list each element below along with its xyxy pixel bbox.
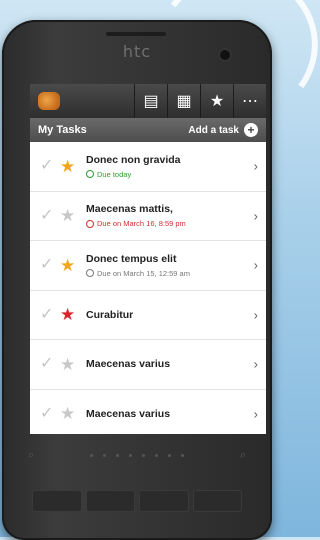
chevron-right-icon[interactable]: › bbox=[254, 307, 258, 322]
task-row[interactable]: ✓ ★ Maecenas varius › bbox=[30, 390, 266, 435]
task-row[interactable]: ✓ ★ Maecenas varius › bbox=[30, 340, 266, 390]
task-title: Maecenas mattis, bbox=[86, 203, 173, 216]
task-text: Donec non gravida Due today bbox=[86, 154, 181, 179]
clock-icon bbox=[86, 170, 94, 179]
chevron-right-icon[interactable]: › bbox=[254, 406, 258, 421]
task-title: Maecenas varius bbox=[86, 407, 171, 420]
task-text: Maecenas varius bbox=[86, 408, 170, 420]
clipboard-icon[interactable]: ▤ bbox=[134, 84, 167, 118]
note-icon[interactable]: ▦ bbox=[167, 84, 200, 118]
task-text: Curabitur bbox=[86, 309, 133, 321]
action-bar-actions: ▤ ▦ ★ ⋯ bbox=[134, 84, 266, 118]
brand-logo: htc bbox=[122, 42, 152, 61]
overflow-menu-icon[interactable]: ⋯ bbox=[233, 84, 266, 118]
star-icon[interactable]: ★ bbox=[60, 405, 78, 422]
app-logo-icon[interactable] bbox=[38, 92, 60, 110]
action-bar: ▤ ▦ ★ ⋯ bbox=[30, 84, 266, 118]
star-icon[interactable]: ★ bbox=[60, 306, 78, 323]
chevron-right-icon[interactable]: › bbox=[254, 159, 258, 174]
task-list: ✓ ★ Donec non gravida Due today › ✓ ★ Maecenas … bbox=[30, 142, 266, 434]
task-row[interactable]: ✓ ★ Maecenas mattis, Due on March 16, 8:59 … bbox=[30, 192, 266, 241]
add-icon: + bbox=[244, 123, 258, 137]
task-text: Donec tempus elit Due on March 15, 12:59 … bbox=[86, 253, 190, 278]
task-due-date: Due today bbox=[86, 170, 181, 179]
search-softkey[interactable] bbox=[192, 490, 242, 512]
task-row[interactable]: ✓ ★ Donec tempus elit Due on March 15, 12:5… bbox=[30, 241, 266, 291]
checkmark-icon[interactable]: ✓ bbox=[40, 158, 56, 174]
front-camera bbox=[220, 50, 230, 60]
add-task-button[interactable]: Add a task + bbox=[188, 123, 258, 137]
checkmark-icon[interactable]: ✓ bbox=[40, 207, 56, 224]
star-icon[interactable]: ★ bbox=[60, 207, 78, 224]
due-text: Due on March 15, 12:59 am bbox=[97, 268, 190, 278]
checkmark-icon[interactable]: ✓ bbox=[40, 257, 56, 273]
search-icon-right: ⌕ bbox=[239, 448, 246, 461]
task-row[interactable]: ✓ ★ Curabitur › bbox=[30, 291, 266, 340]
task-row[interactable]: ✓ ★ Donec non gravida Due today › bbox=[30, 142, 266, 192]
star-icon[interactable]: ★ bbox=[60, 356, 78, 373]
star-icon[interactable]: ★ bbox=[60, 158, 78, 175]
hardware-softkeys bbox=[32, 490, 242, 512]
add-task-label: Add a task bbox=[188, 124, 239, 136]
bezel-dots bbox=[90, 453, 184, 457]
task-title: Curabitur bbox=[86, 308, 134, 321]
due-text: Due today bbox=[97, 169, 132, 179]
chevron-right-icon[interactable]: › bbox=[254, 357, 258, 372]
checkmark-icon[interactable]: ✓ bbox=[40, 306, 56, 323]
task-title: Donec tempus elit bbox=[86, 252, 177, 265]
task-title: Donec non gravida bbox=[86, 153, 181, 166]
star-icon[interactable]: ★ bbox=[60, 257, 78, 274]
chevron-right-icon[interactable]: › bbox=[254, 208, 258, 223]
clock-icon bbox=[86, 219, 94, 228]
task-due-date: Due on March 15, 12:59 am bbox=[86, 269, 190, 278]
star-icon[interactable]: ★ bbox=[200, 84, 233, 118]
home-softkey[interactable] bbox=[32, 490, 82, 512]
phone-frame: htc ▤ ▦ ★ ⋯ My Tasks Add a task + ✓ ★ Done… bbox=[2, 20, 272, 540]
menu-softkey[interactable] bbox=[85, 490, 135, 512]
app-screen: ▤ ▦ ★ ⋯ My Tasks Add a task + ✓ ★ Donec no… bbox=[30, 84, 266, 434]
checkmark-icon[interactable]: ✓ bbox=[40, 356, 56, 372]
clock-icon bbox=[86, 269, 94, 278]
task-text: Maecenas mattis, Due on March 16, 8:59 pm bbox=[86, 203, 186, 228]
bezel-indicator-row: ⌕ ⌕ bbox=[28, 448, 246, 462]
chevron-right-icon[interactable]: › bbox=[254, 258, 258, 273]
list-header: My Tasks Add a task + bbox=[30, 118, 266, 142]
due-text: Due on March 16, 8:59 pm bbox=[97, 219, 186, 229]
earpiece-speaker bbox=[106, 32, 166, 36]
task-due-date: Due on March 16, 8:59 pm bbox=[86, 219, 186, 228]
back-softkey[interactable] bbox=[139, 490, 189, 512]
task-title: Maecenas varius bbox=[86, 358, 171, 371]
checkmark-icon[interactable]: ✓ bbox=[40, 405, 56, 422]
task-text: Maecenas varius bbox=[86, 358, 170, 370]
search-icon: ⌕ bbox=[28, 448, 35, 461]
list-title: My Tasks bbox=[38, 124, 87, 136]
